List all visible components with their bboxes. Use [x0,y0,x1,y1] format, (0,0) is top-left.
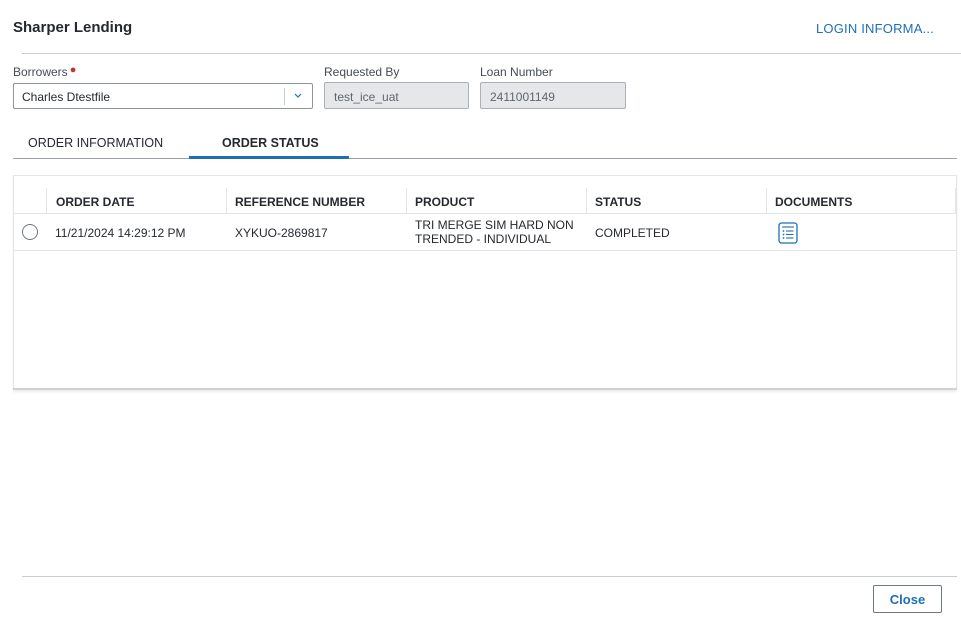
column-header-product[interactable]: PRODUCT [415,195,474,209]
reference-number-cell: XYKUO-2869817 [235,226,328,240]
column-divider [46,188,47,214]
grid-bottom-edge [13,388,957,390]
column-header-reference-number[interactable]: REFERENCE NUMBER [235,195,365,209]
requested-by-field: test_ice_uat [324,82,469,109]
column-divider [766,188,767,214]
requested-by-value: test_ice_uat [334,90,399,104]
column-header-order-date[interactable]: ORDER DATE [56,195,134,209]
header-divider [22,53,961,54]
tab-order-information[interactable]: ORDER INFORMATION [28,136,163,150]
product-line-1: TRI MERGE SIM HARD NON [415,218,574,232]
loan-number-value: 2411001149 [490,90,555,104]
tab-order-status[interactable]: ORDER STATUS [222,136,319,150]
borrowers-select-value: Charles Dtestfile [22,90,111,104]
column-divider [586,188,587,214]
column-divider [226,188,227,214]
column-divider [406,188,407,214]
footer-divider [22,576,957,577]
borrowers-label-text: Borrowers [13,65,68,79]
row-select-radio[interactable] [22,224,38,240]
requested-by-label: Requested By [324,65,400,79]
borrowers-label: Borrowers ● [13,64,77,79]
table-row[interactable]: 11/21/2024 14:29:12 PM XYKUO-2869817 TRI… [14,214,956,251]
loan-number-label: Loan Number [480,65,553,79]
status-cell: COMPLETED [595,226,670,240]
column-divider [955,188,956,214]
column-header-documents[interactable]: DOCUMENTS [775,195,852,209]
chevron-down-icon[interactable] [292,89,304,101]
select-divider [284,88,285,105]
loan-number-field: 2411001149 [480,82,626,109]
close-button[interactable]: Close [873,585,942,613]
borrowers-select[interactable]: Charles Dtestfile [13,83,313,109]
product-cell: TRI MERGE SIM HARD NON TRENDED - INDIVID… [415,218,574,246]
document-list-icon[interactable] [778,222,798,244]
column-header-status[interactable]: STATUS [595,195,641,209]
dialog-title: Sharper Lending [13,19,133,36]
required-indicator-icon: ● [69,64,77,76]
login-information-link[interactable]: LOGIN INFORMA... [816,21,934,36]
grid-header: ORDER DATE REFERENCE NUMBER PRODUCT STAT… [14,176,956,214]
product-line-2: TRENDED - INDIVIDUAL [415,232,552,246]
tabs-divider [13,158,957,159]
order-status-grid: ORDER DATE REFERENCE NUMBER PRODUCT STAT… [13,175,957,390]
order-date-cell: 11/21/2024 14:29:12 PM [55,226,186,240]
active-tab-indicator [189,156,349,159]
